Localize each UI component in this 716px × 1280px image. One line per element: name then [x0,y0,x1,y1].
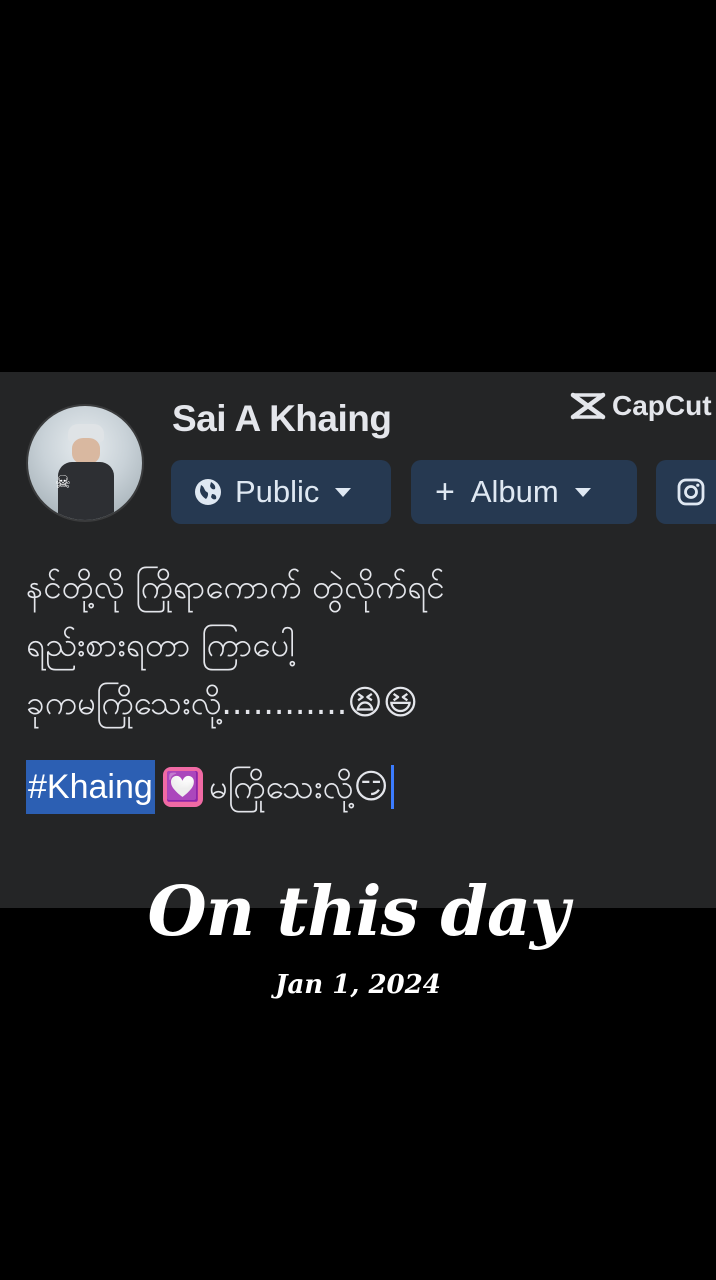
instagram-share-button[interactable] [656,460,716,524]
video-frame: ☠ Sai A Khaing CapCut Public + Album နင်… [0,0,716,1280]
memory-title: On this day [147,872,569,952]
memory-date: Jan 1, 2024 [275,970,441,1000]
post-text-line: ခုကမကြိုသေးလို့............ [26,683,348,722]
capcut-watermark: CapCut [570,390,712,422]
text-cursor [390,765,394,809]
caret-down-icon [335,487,352,497]
post-composer-card: ☠ Sai A Khaing CapCut Public + Album နင်… [0,372,716,908]
post-text-line: နင်တို့လို ကြိုရာကောက် တွဲလိုက်ရင် [26,567,445,606]
heart-emoji-icon: 💟 [162,767,203,807]
add-album-button[interactable]: + Album [411,460,637,524]
pirate-badge-icon: ☠ [54,472,72,493]
album-label: Album [470,474,559,509]
avatar[interactable]: ☠ [26,404,144,522]
plus-icon: + [435,473,455,511]
globe-icon [195,479,221,505]
post-text-input[interactable]: နင်တို့လို ကြိုရာကောက် တွဲလိုက်ရင် ရည်းစ… [26,558,706,732]
hashtag-tail-text: မကြိုသေးလို့ [208,767,354,806]
capcut-logo-icon [570,392,606,420]
hashtag-line[interactable]: #Khaing 💟 မကြိုသေးလို့ 😏 [26,760,394,814]
avatar-face [72,438,100,464]
audience-label: Public [235,474,320,509]
instagram-icon [677,478,705,506]
audience-selector-button[interactable]: Public [171,460,391,524]
user-name: Sai A Khaing [172,398,392,439]
caret-down-icon [574,487,591,497]
tired-laugh-emoji-icon: 😫😆 [347,683,419,723]
post-text-line: ရည်းစားရတာ ကြာပေါ့ [26,625,295,664]
capcut-watermark-text: CapCut [612,390,712,421]
post-text-line-3: ခုကမကြိုသေးလို့............😫😆 [26,674,706,732]
hashtag-selected[interactable]: #Khaing [26,760,155,814]
smirk-emoji-icon: 😏 [353,767,389,807]
